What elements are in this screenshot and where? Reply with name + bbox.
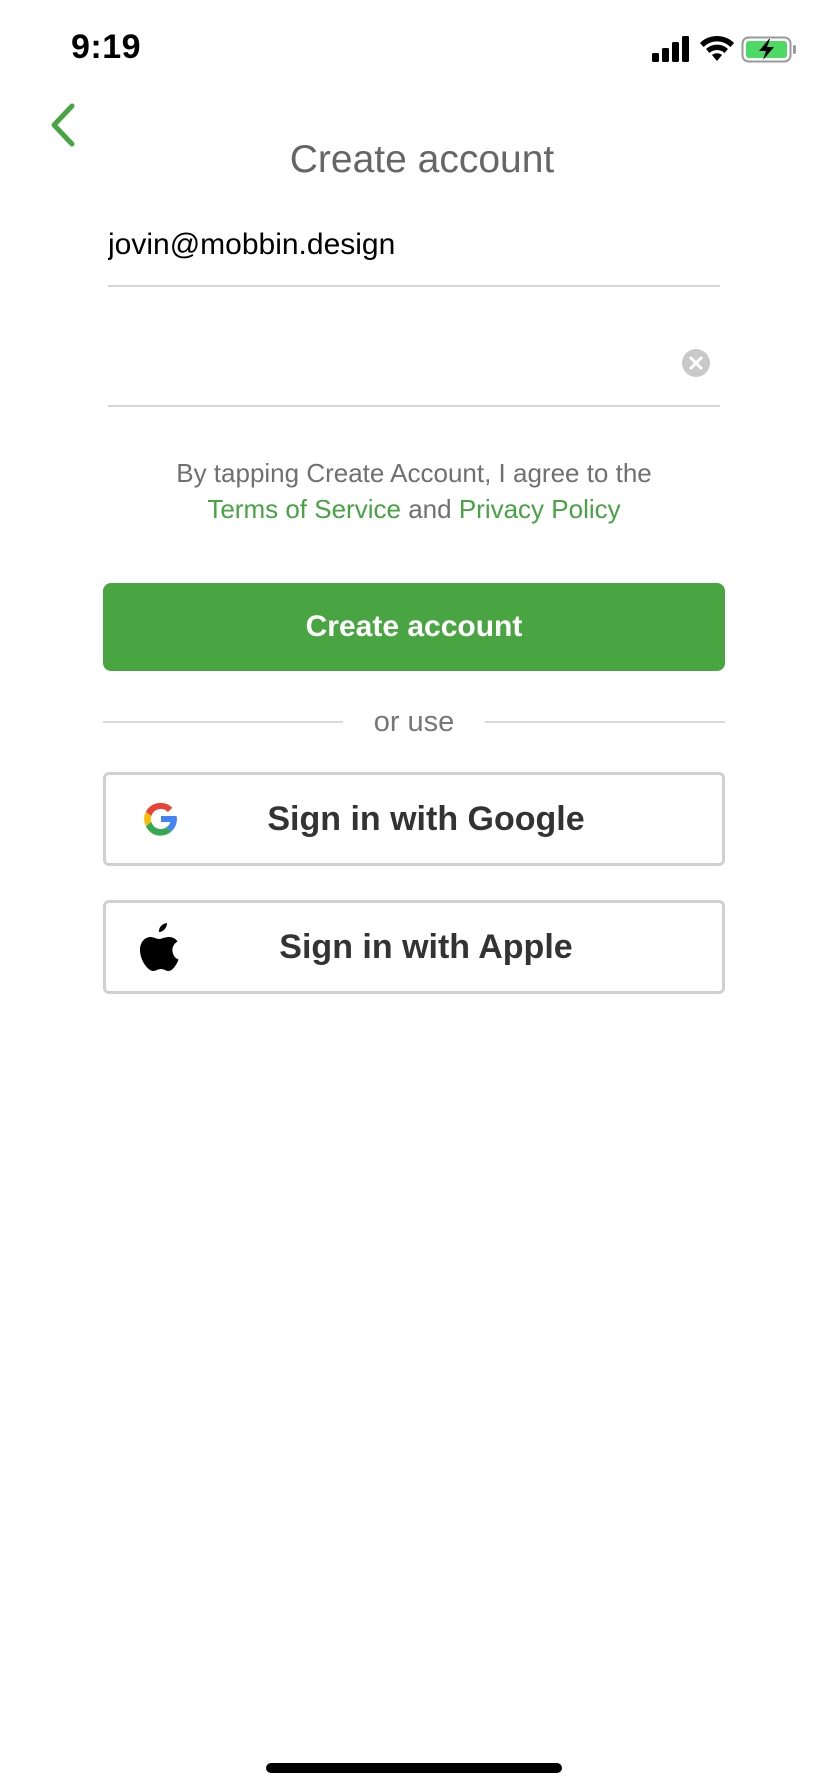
battery-charging-icon (741, 36, 796, 63)
or-use-label: or use (373, 706, 455, 738)
terms-links-line: Terms of Service and Privacy Policy (0, 491, 828, 527)
cellular-signal-icon (652, 36, 689, 62)
terms-prefix: By tapping Create Account, I agree to th… (176, 458, 652, 488)
clear-field-icon[interactable] (682, 349, 710, 377)
home-indicator[interactable] (266, 1763, 562, 1773)
sign-in-google-button[interactable]: Sign in with Google (103, 772, 725, 866)
wifi-icon (700, 35, 734, 61)
apple-logo-icon (140, 923, 179, 971)
create-account-label: Create account (305, 610, 523, 643)
apple-button-label: Sign in with Apple (279, 927, 573, 966)
divider-right (485, 721, 725, 723)
email-field[interactable] (108, 220, 708, 270)
google-button-label: Sign in with Google (267, 799, 585, 838)
email-underline (108, 285, 720, 287)
terms-conjunction: and (408, 494, 452, 524)
privacy-policy-link[interactable]: Privacy Policy (459, 494, 621, 524)
password-underline (108, 405, 720, 407)
sign-in-apple-button[interactable]: Sign in with Apple (103, 900, 725, 994)
page-title: Create account (289, 138, 555, 181)
password-field[interactable] (108, 340, 668, 390)
divider-left (103, 721, 343, 723)
terms-notice: By tapping Create Account, I agree to th… (0, 455, 828, 527)
create-account-button[interactable]: Create account (103, 583, 725, 671)
google-logo-icon (144, 802, 177, 836)
status-time: 9:19 (71, 28, 142, 66)
terms-of-service-link[interactable]: Terms of Service (207, 494, 401, 524)
